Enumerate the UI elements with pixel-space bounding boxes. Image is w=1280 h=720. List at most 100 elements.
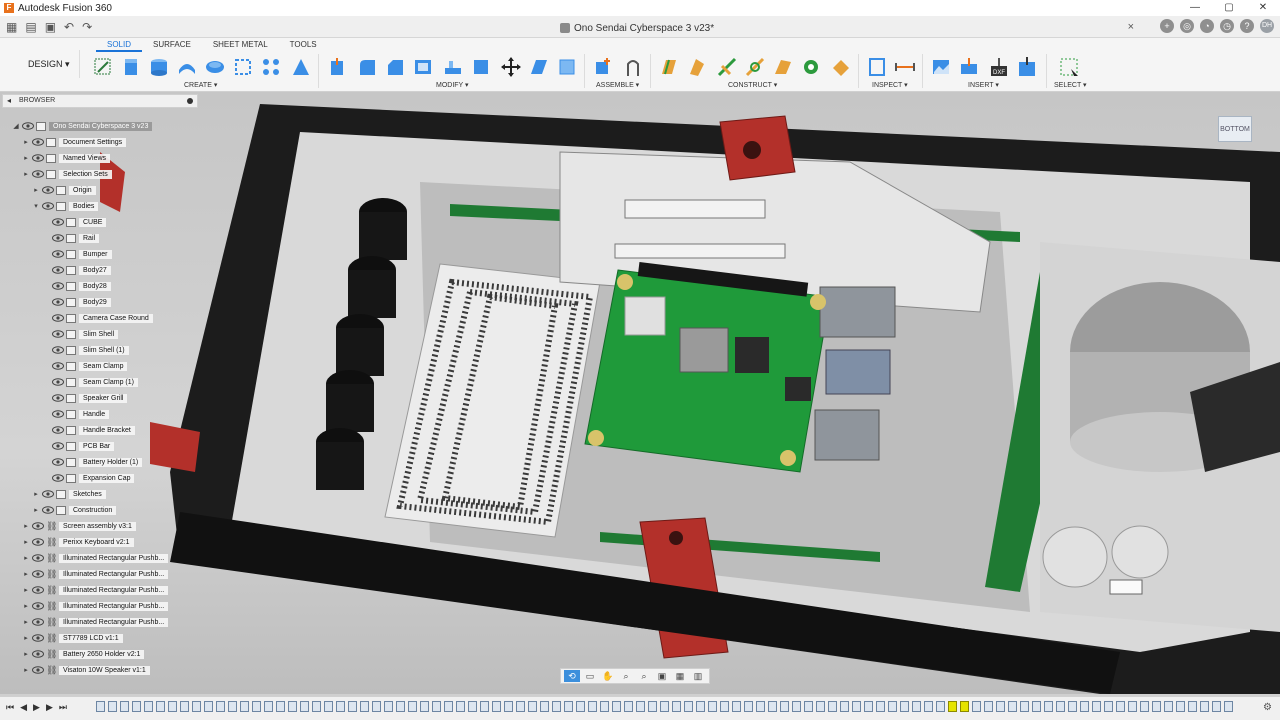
expand-arrow-icon[interactable]: ▸	[22, 650, 30, 658]
timeline-feature-marker[interactable]	[1176, 701, 1185, 712]
visibility-eye-icon[interactable]	[52, 362, 64, 370]
timeline-feature-marker[interactable]	[1092, 701, 1101, 712]
timeline-feature-marker[interactable]	[444, 701, 453, 712]
display-settings-icon[interactable]: ▣	[654, 670, 670, 682]
timeline-feature-marker[interactable]	[228, 701, 237, 712]
scale-icon[interactable]	[470, 56, 492, 78]
press-pull-icon[interactable]	[326, 56, 348, 78]
timeline-feature-marker[interactable]	[324, 701, 333, 712]
zoom-icon[interactable]: ⌕	[618, 670, 634, 682]
browser-tree-item[interactable]: Expansion Cap	[42, 472, 135, 484]
timeline-feature-marker[interactable]	[240, 701, 249, 712]
construct-group-label[interactable]: CONSTRUCT ▾	[728, 81, 777, 89]
timeline-feature-marker[interactable]	[192, 701, 201, 712]
timeline-feature-strip[interactable]	[96, 701, 1246, 715]
browser-tree-item[interactable]: ▸ ⛓ Screen assembly v3:1	[22, 520, 136, 532]
interference-icon[interactable]	[894, 56, 916, 78]
visibility-eye-icon[interactable]	[52, 218, 64, 226]
browser-tree-item[interactable]: ▾ Bodies	[32, 200, 99, 212]
timeline-feature-marker[interactable]	[1212, 701, 1221, 712]
expand-arrow-icon[interactable]: ▸	[22, 618, 30, 626]
timeline-feature-marker[interactable]	[1056, 701, 1065, 712]
tab-tools[interactable]: TOOLS	[279, 40, 328, 52]
expand-arrow-icon[interactable]: ▸	[32, 490, 40, 498]
split-face-icon[interactable]	[528, 56, 550, 78]
plane-at-angle-icon[interactable]	[686, 56, 708, 78]
expand-arrow-icon[interactable]: ▸	[22, 538, 30, 546]
visibility-eye-icon[interactable]	[52, 282, 64, 290]
orbit-icon[interactable]: ⟲	[564, 670, 580, 682]
timeline-feature-marker[interactable]	[480, 701, 489, 712]
visibility-eye-icon[interactable]	[22, 122, 34, 130]
tangent-plane-icon[interactable]	[830, 56, 852, 78]
timeline-feature-marker[interactable]	[372, 701, 381, 712]
browser-tree-item[interactable]: ▸ ⛓ Visaton 10W Speaker v1:1	[22, 664, 150, 676]
timeline-feature-marker[interactable]	[456, 701, 465, 712]
browser-tree-item[interactable]: Slim Shell	[42, 328, 119, 340]
notifications-icon[interactable]: ◷	[1220, 19, 1234, 33]
timeline-feature-marker[interactable]	[720, 701, 729, 712]
timeline-feature-marker[interactable]	[144, 701, 153, 712]
visibility-eye-icon[interactable]	[32, 570, 44, 578]
visibility-eye-icon[interactable]	[32, 138, 44, 146]
visibility-eye-icon[interactable]	[52, 266, 64, 274]
timeline-feature-marker[interactable]	[840, 701, 849, 712]
browser-tree-item[interactable]: ▸ ⛓ Perixx Keyboard v2:1	[22, 536, 134, 548]
visibility-eye-icon[interactable]	[32, 602, 44, 610]
timeline-feature-marker[interactable]	[948, 701, 957, 712]
expand-arrow-icon[interactable]: ▸	[22, 602, 30, 610]
timeline-feature-marker[interactable]	[336, 701, 345, 712]
expand-arrow-icon[interactable]: ▾	[32, 202, 40, 210]
browser-tree-item[interactable]: ▸ Sketches	[32, 488, 106, 500]
timeline-feature-marker[interactable]	[528, 701, 537, 712]
browser-tree-item[interactable]: Seam Clamp (1)	[42, 376, 138, 388]
visibility-eye-icon[interactable]	[32, 650, 44, 658]
grid-settings-icon[interactable]: ▦	[672, 670, 688, 682]
job-status-icon[interactable]: ◔	[1200, 19, 1214, 33]
timeline-feature-marker[interactable]	[156, 701, 165, 712]
timeline-feature-marker[interactable]	[924, 701, 933, 712]
extensions-icon[interactable]: ◎	[1180, 19, 1194, 33]
browser-tree-item[interactable]: Rail	[42, 232, 100, 244]
timeline-feature-marker[interactable]	[1008, 701, 1017, 712]
browser-tree-item[interactable]: ▸ ⛓ Illuminated Rectangular Pushb...	[22, 568, 169, 580]
timeline-feature-marker[interactable]	[420, 701, 429, 712]
workspace-switcher[interactable]: DESIGN ▾	[10, 50, 80, 78]
browser-tree-item[interactable]: ▸ ⛓ Illuminated Rectangular Pushb...	[22, 552, 169, 564]
inspect-group-label[interactable]: INSPECT ▾	[872, 81, 908, 89]
timeline-feature-marker[interactable]	[648, 701, 657, 712]
timeline-feature-marker[interactable]	[708, 701, 717, 712]
sweep-icon[interactable]	[176, 56, 198, 78]
visibility-eye-icon[interactable]	[32, 538, 44, 546]
visibility-eye-icon[interactable]	[52, 346, 64, 354]
visibility-eye-icon[interactable]	[52, 314, 64, 322]
fillet-icon[interactable]	[356, 56, 378, 78]
visibility-eye-icon[interactable]	[42, 186, 54, 194]
extrude-icon[interactable]	[120, 56, 142, 78]
plane-through-points-icon[interactable]	[772, 56, 794, 78]
timeline-feature-marker[interactable]	[600, 701, 609, 712]
rib-icon[interactable]	[232, 56, 254, 78]
visibility-eye-icon[interactable]	[42, 202, 54, 210]
visibility-eye-icon[interactable]	[32, 154, 44, 162]
visibility-eye-icon[interactable]	[52, 234, 64, 242]
chamfer-icon[interactable]	[384, 56, 406, 78]
timeline-feature-marker[interactable]	[1104, 701, 1113, 712]
timeline-feature-marker[interactable]	[276, 701, 285, 712]
move-copy-icon[interactable]	[500, 56, 522, 78]
select-group-label[interactable]: SELECT ▾	[1054, 81, 1087, 89]
select-icon[interactable]	[1058, 56, 1080, 78]
visibility-eye-icon[interactable]	[52, 458, 64, 466]
visibility-eye-icon[interactable]	[52, 330, 64, 338]
timeline-feature-marker[interactable]	[96, 701, 105, 712]
timeline-feature-marker[interactable]	[576, 701, 585, 712]
timeline-feature-marker[interactable]	[252, 701, 261, 712]
tab-surface[interactable]: SURFACE	[142, 40, 202, 52]
timeline-feature-marker[interactable]	[900, 701, 909, 712]
browser-header[interactable]: ◂ BROWSER	[2, 94, 198, 108]
timeline-feature-marker[interactable]	[408, 701, 417, 712]
revolve-icon[interactable]	[148, 56, 170, 78]
view-cube-face[interactable]: BOTTOM	[1218, 116, 1252, 142]
timeline-feature-marker[interactable]	[1140, 701, 1149, 712]
browser-tree-item[interactable]: PCB Bar	[42, 440, 115, 452]
